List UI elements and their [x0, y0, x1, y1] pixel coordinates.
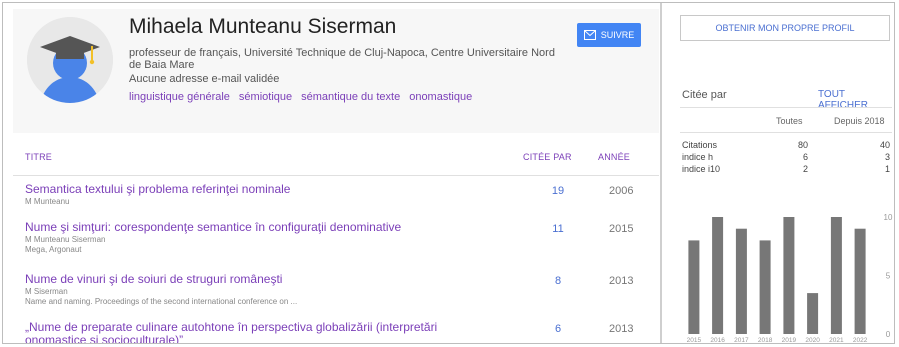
citation-bar-2015[interactable]	[688, 240, 700, 334]
publication-title-link[interactable]: „Nume de preparate culinare autohtone în…	[25, 321, 495, 344]
stat-since-value: 3	[884, 152, 890, 162]
year-tick-label: 2020	[805, 337, 820, 343]
publication-authors: M Munteanu Siserman	[25, 235, 106, 244]
stat-all-value: 6	[802, 152, 808, 162]
follow-button-label: SUIVRE	[600, 30, 635, 40]
cited-by-column-header[interactable]: CITÉE PAR	[523, 152, 572, 162]
stats-all-column-header: Toutes	[776, 116, 803, 126]
cited-by-count-link[interactable]: 8	[543, 275, 573, 287]
stat-label[interactable]: indice i10	[682, 164, 720, 174]
citation-bar-2016[interactable]	[712, 217, 724, 334]
stats-divider	[680, 132, 892, 133]
stat-since-value: 1	[884, 164, 890, 174]
citation-bar-2022[interactable]	[854, 228, 866, 334]
y-tick-label: 10	[884, 213, 893, 222]
cited-by-count-link[interactable]: 19	[543, 185, 573, 197]
stats-since-column-header: Depuis 2018	[834, 116, 885, 126]
publication-year: 2006	[609, 185, 634, 197]
cited-by-count-link[interactable]: 11	[543, 223, 573, 235]
year-tick-label: 2017	[734, 337, 749, 343]
year-column-header[interactable]: ANNÉE	[598, 152, 630, 162]
publication-year: 2013	[609, 323, 634, 335]
citation-bar-2020[interactable]	[807, 293, 819, 334]
publication-year: 2015	[609, 223, 634, 235]
y-tick-label: 5	[886, 272, 891, 281]
interest-link[interactable]: sémiotique	[239, 91, 292, 103]
profile-name: Mihaela Munteanu Siserman	[129, 15, 397, 38]
follow-envelope-icon	[583, 30, 596, 40]
publication-title-link[interactable]: Nume de vinuri şi de soiuri de struguri …	[25, 273, 495, 286]
year-tick-label: 2015	[687, 337, 702, 343]
y-tick-label: 0	[886, 330, 891, 339]
stat-all-value: 2	[802, 164, 808, 174]
stats-row-h-index: indice h 6 3	[680, 152, 892, 164]
stats-divider	[680, 107, 892, 108]
publication-title-link[interactable]: Semantica textului şi problema referinţe…	[25, 183, 495, 196]
citation-bar-2019[interactable]	[783, 217, 795, 334]
main-column: Mihaela Munteanu Siserman professeur de …	[3, 3, 659, 344]
year-tick-label: 2022	[853, 337, 868, 343]
stats-row-i10-index: indice i10 2 1	[680, 164, 892, 176]
interest-link[interactable]: onomastique	[409, 91, 472, 103]
research-interests: linguistique générale sémiotique sémanti…	[129, 91, 472, 103]
interest-link[interactable]: sémantique du texte	[301, 91, 400, 103]
stats-row-citations: Citations 80 40	[680, 140, 892, 152]
column-divider	[660, 3, 662, 343]
cited-by-count-link[interactable]: 6	[543, 323, 573, 335]
scholar-profile-page: Mihaela Munteanu Siserman professeur de …	[2, 2, 895, 344]
publication-year: 2013	[609, 275, 634, 287]
stat-label[interactable]: Citations	[682, 140, 717, 150]
year-tick-label: 2018	[758, 337, 773, 343]
stat-all-value: 80	[797, 140, 808, 150]
publication-authors: M Munteanu	[25, 197, 70, 206]
profile-header: Mihaela Munteanu Siserman professeur de …	[13, 9, 659, 133]
graduation-cap-avatar-icon	[27, 17, 113, 103]
citation-sidebar: OBTENIR MON PROPRE PROFIL Citée par TOUT…	[664, 3, 894, 343]
publications-table-header: TITRE CITÉE PAR ANNÉE	[13, 139, 659, 175]
publication-authors: M Siserman	[25, 287, 68, 296]
year-tick-label: 2016	[710, 337, 725, 343]
publication-venue: Name and naming. Proceedings of the seco…	[25, 297, 298, 306]
citations-bar-chart: 2015 2016 2017 2018 2019 2020 2021 2022 10 5 0	[687, 213, 893, 343]
year-tick-label: 2019	[782, 337, 797, 343]
year-tick-label: 2021	[829, 337, 844, 343]
email-status-text: Aucune adresse e-mail validée	[129, 73, 280, 85]
title-column-header[interactable]: TITRE	[25, 152, 52, 162]
interest-link[interactable]: linguistique générale	[129, 91, 230, 103]
stat-since-value: 40	[879, 140, 890, 150]
stat-label[interactable]: indice h	[682, 152, 713, 162]
citations-per-year-chart: 2015 2016 2017 2018 2019 2020 2021 2022 10 5 0	[664, 193, 894, 343]
cited-by-heading: Citée par	[682, 89, 727, 101]
affiliation-text: professeur de français, Université Techn…	[129, 47, 555, 71]
publication-title-link[interactable]: Nume şi simţuri: corespondenţe semantice…	[25, 221, 495, 234]
citation-bar-2017[interactable]	[735, 228, 747, 334]
follow-button[interactable]: SUIVRE	[577, 23, 641, 47]
publication-venue: Mega, Argonaut	[25, 245, 82, 254]
get-own-profile-button[interactable]: OBTENIR MON PROPRE PROFIL	[680, 15, 890, 41]
citation-bar-2018[interactable]	[759, 240, 771, 334]
citation-bar-2021[interactable]	[830, 217, 842, 334]
header-divider	[13, 175, 659, 176]
